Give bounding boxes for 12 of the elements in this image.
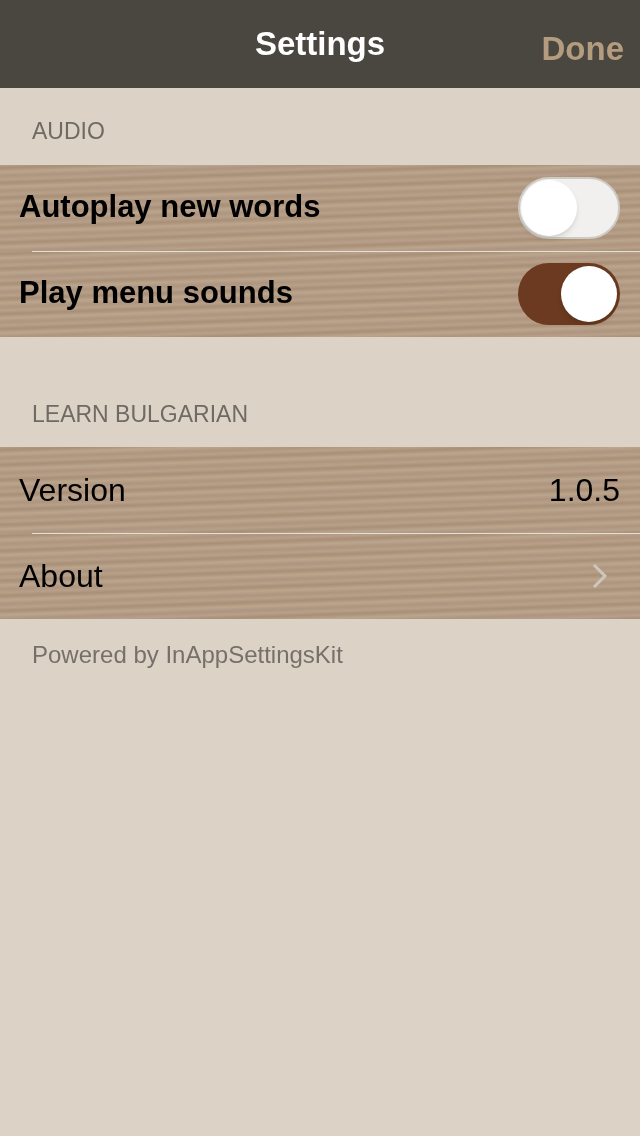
settings-row[interactable]: About [0,533,640,619]
nav-title: Settings [254,24,386,65]
section-header: AUDIO [32,118,105,144]
chevron-icon [592,563,608,589]
row-value: 1.0.5 [548,471,620,510]
row-label: About [19,557,103,596]
section-header: LEARN BULGARIAN [32,400,248,427]
row-label: Version [19,471,126,510]
footer-text: Powered by InAppSettingsKit [32,641,343,668]
done-button[interactable]: Done [541,24,624,74]
row-label: Autoplay new words [19,188,321,227]
row-label: Play menu sounds [19,274,293,313]
